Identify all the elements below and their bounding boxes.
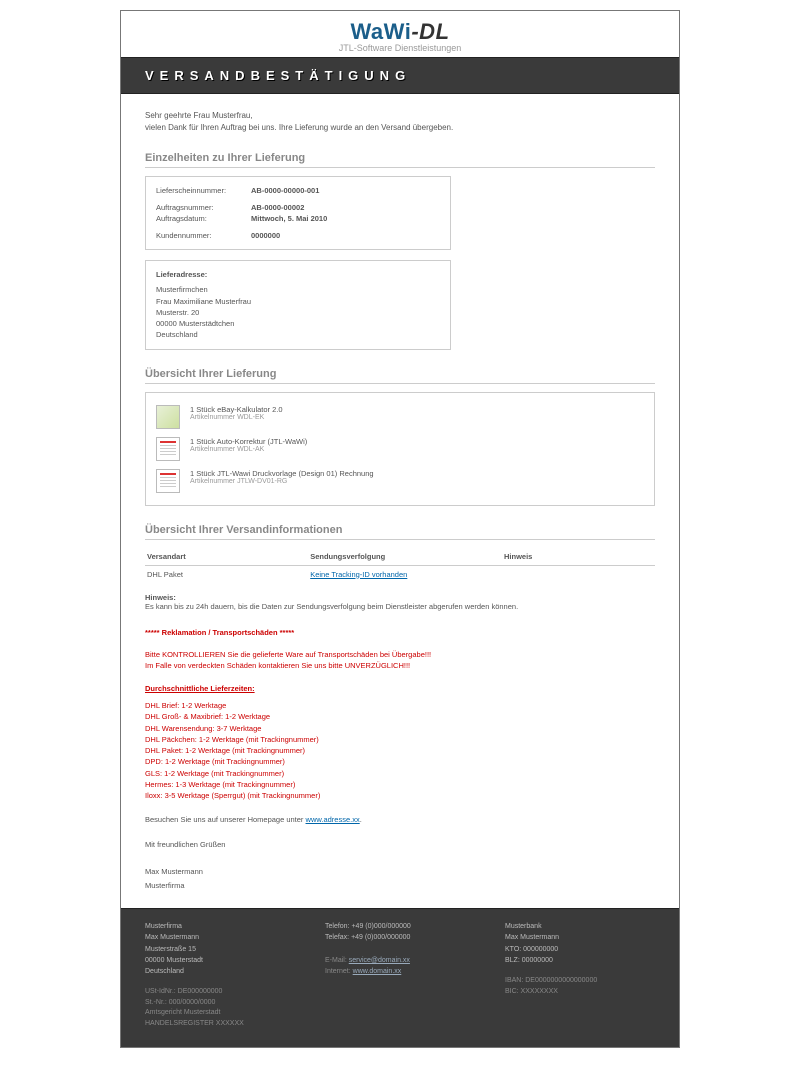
ship-versandart: DHL Paket (145, 565, 308, 583)
content: Sehr geehrte Frau Musterfrau, vielen Dan… (121, 94, 679, 908)
footer-email-key: E-Mail: (325, 957, 349, 964)
auftragnr-val: AB-0000-00002 (251, 203, 304, 212)
ship-col-tracking: Sendungsverfolgung (308, 548, 502, 566)
item-title: 1 Stück Auto-Korrektur (JTL-WaWi) (190, 437, 307, 446)
footer-line: Max Mustermann (145, 932, 295, 943)
title-bar: VERSANDBESTÄTIGUNG (121, 57, 679, 94)
lieferschein-key: Lieferscheinnummer: (156, 186, 251, 195)
product-thumb-icon (156, 437, 180, 461)
footer-line: Telefax: +49 (0)000/000000 (325, 932, 475, 943)
details-box: Lieferscheinnummer: AB-0000-00000-001 Au… (145, 176, 451, 250)
delivery-time: DHL Warensendung: 3-7 Werktage (145, 723, 655, 734)
items-box: 1 Stück eBay-Kalkulator 2.0 Artikelnumme… (145, 392, 655, 506)
auftragdat-key: Auftragsdatum: (156, 214, 251, 223)
reklamation-line: Im Falle von verdeckten Schäden kontakti… (145, 660, 655, 671)
footer-line: 00000 Musterstadt (145, 955, 295, 966)
reklamation-block: ***** Reklamation / Transportschäden ***… (145, 627, 655, 802)
signoff-line: Musterfirma (145, 879, 655, 893)
footer-line: Musterbank (505, 921, 655, 932)
footer-line: St.-Nr.: 000/0000/0000 (145, 998, 295, 1009)
footer-line: BIC: XXXXXXXX (505, 987, 655, 998)
delivery-time: DHL Brief: 1-2 Werktage (145, 700, 655, 711)
address-line: Deutschland (156, 329, 440, 340)
page-title: VERSANDBESTÄTIGUNG (145, 68, 655, 83)
footer-line: Musterstraße 15 (145, 944, 295, 955)
ship-col-versandart: Versandart (145, 548, 308, 566)
logo: WaWi-DL (121, 19, 679, 45)
greeting: Sehr geehrte Frau Musterfrau, (145, 110, 655, 122)
footer-line: USt-IdNr.: DE000000000 (145, 987, 295, 998)
ship-col-hinweis: Hinweis (502, 548, 655, 566)
kundennr-val: 0000000 (251, 231, 280, 240)
item-sku: Artikelnummer JTLW-DV01-RG (190, 478, 374, 485)
logo-subtitle: JTL-Software Dienstleistungen (121, 43, 679, 53)
item-title: 1 Stück eBay-Kalkulator 2.0 (190, 405, 283, 414)
reklamation-line: Bitte KONTROLLIEREN Sie die gelieferte W… (145, 649, 655, 660)
item-sku: Artikelnummer WDL-EK (190, 414, 283, 421)
product-thumb-icon (156, 469, 180, 493)
address-line: Musterstr. 20 (156, 307, 440, 318)
signoff-line: Max Mustermann (145, 865, 655, 879)
ship-hinweis (502, 565, 655, 583)
address-line: Frau Maximiliane Musterfrau (156, 296, 440, 307)
address-heading: Lieferadresse: (156, 269, 440, 280)
kundennr-key: Kundennummer: (156, 231, 251, 240)
item-title: 1 Stück JTL-Wawi Druckvorlage (Design 01… (190, 469, 374, 478)
footer: Musterfirma Max Mustermann Musterstraße … (121, 908, 679, 1047)
thanks: vielen Dank für Ihren Auftrag bei uns. I… (145, 122, 655, 134)
details-heading: Einzelheiten zu Ihrer Lieferung (145, 152, 655, 168)
delivery-time: Hermes: 1-3 Werktage (mit Trackingnummer… (145, 779, 655, 790)
homepage-link[interactable]: www.adresse.xx (306, 815, 360, 824)
product-thumb-icon (156, 405, 180, 429)
auftragnr-key: Auftragsnummer: (156, 203, 251, 212)
visit-text: Besuchen Sie uns auf unserer Homepage un… (145, 815, 306, 824)
footer-web-link[interactable]: www.domain.xx (353, 968, 402, 975)
table-row: DHL Paket Keine Tracking-ID vorhanden (145, 565, 655, 583)
note-text: Es kann bis zu 24h dauern, bis die Daten… (145, 602, 518, 611)
delivery-time: DHL Päckchen: 1-2 Werktage (mit Tracking… (145, 734, 655, 745)
footer-col-contact: Telefon: +49 (0)000/000000 Telefax: +49 … (325, 921, 475, 1029)
footer-col-address: Musterfirma Max Mustermann Musterstraße … (145, 921, 295, 1029)
signoff-line: Mit freundlichen Grüßen (145, 838, 655, 852)
footer-line: Amtsgericht Musterstadt (145, 1008, 295, 1019)
footer-line: Max Mustermann (505, 932, 655, 943)
tracking-link[interactable]: Keine Tracking-ID vorhanden (310, 570, 407, 579)
footer-line: Deutschland (145, 966, 295, 977)
times-heading: Durchschnittliche Lieferzeiten: (145, 683, 655, 694)
ship-table: Versandart Sendungsverfolgung Hinweis DH… (145, 548, 655, 583)
visit: Besuchen Sie uns auf unserer Homepage un… (145, 815, 655, 824)
delivery-time: DPD: 1-2 Werktage (mit Trackingnummer) (145, 756, 655, 767)
delivery-time: DHL Groß- & Maxibrief: 1-2 Werktage (145, 711, 655, 722)
delivery-time: GLS: 1-2 Werktage (mit Trackingnummer) (145, 768, 655, 779)
address-line: Musterfirmchen (156, 284, 440, 295)
item-sku: Artikelnummer WDL-AK (190, 446, 307, 453)
footer-col-bank: Musterbank Max Mustermann KTO: 000000000… (505, 921, 655, 1029)
footer-line: IBAN: DE0000000000000000 (505, 976, 655, 987)
footer-line: Telefon: +49 (0)000/000000 (325, 921, 475, 932)
logo-area: WaWi-DL JTL-Software Dienstleistungen (121, 11, 679, 57)
ship-heading: Übersicht Ihrer Versandinformationen (145, 524, 655, 540)
footer-line: HANDELSREGISTER XXXXXX (145, 1019, 295, 1030)
items-heading: Übersicht Ihrer Lieferung (145, 368, 655, 384)
address-line: 00000 Musterstädtchen (156, 318, 440, 329)
list-item: 1 Stück JTL-Wawi Druckvorlage (Design 01… (156, 465, 644, 497)
reklamation-heading: ***** Reklamation / Transportschäden ***… (145, 627, 655, 638)
delivery-time: DHL Paket: 1-2 Werktage (mit Trackingnum… (145, 745, 655, 756)
list-item: 1 Stück eBay-Kalkulator 2.0 Artikelnumme… (156, 401, 644, 433)
list-item: 1 Stück Auto-Korrektur (JTL-WaWi) Artike… (156, 433, 644, 465)
footer-line: KTO: 000000000 (505, 944, 655, 955)
signoff: Mit freundlichen Grüßen Max Mustermann M… (145, 838, 655, 892)
note-label: Hinweis: (145, 593, 176, 602)
footer-email-link[interactable]: service@domain.xx (349, 957, 410, 964)
note: Hinweis: Es kann bis zu 24h dauern, bis … (145, 593, 655, 611)
logo-brand-b: -DL (411, 19, 449, 44)
logo-brand-a: WaWi (350, 19, 411, 44)
footer-line: Musterfirma (145, 921, 295, 932)
auftragdat-val: Mittwoch, 5. Mai 2010 (251, 214, 327, 223)
footer-web-key: Internet: (325, 968, 353, 975)
document: WaWi-DL JTL-Software Dienstleistungen VE… (120, 10, 680, 1048)
address-box: Lieferadresse: Musterfirmchen Frau Maxim… (145, 260, 451, 350)
lieferschein-val: AB-0000-00000-001 (251, 186, 319, 195)
footer-line: BLZ: 00000000 (505, 955, 655, 966)
